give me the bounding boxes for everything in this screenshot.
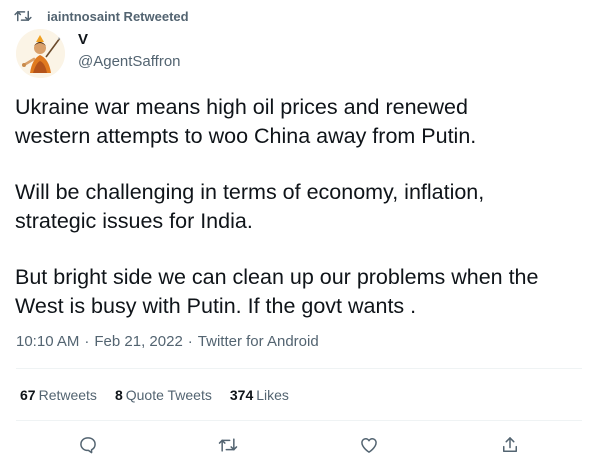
retweeted-by-label: iaintnosaint Retweeted (47, 8, 189, 24)
quote-tweets-count: 8 (114, 387, 123, 403)
quote-tweets-stat[interactable]: 8 Quote Tweets (115, 387, 212, 403)
meta-separator: · (187, 333, 193, 350)
reply-button[interactable] (73, 430, 103, 460)
avatar[interactable] (16, 29, 65, 78)
share-icon (503, 437, 517, 452)
likes-count: 374 (229, 387, 254, 403)
retweet-context[interactable]: iaintnosaint Retweeted (14, 7, 189, 25)
author-name[interactable]: V (78, 31, 88, 48)
action-bar (0, 430, 598, 460)
retweet-button[interactable] (213, 430, 243, 460)
reply-icon (80, 437, 96, 454)
saffron-warrior-avatar (16, 29, 65, 78)
tweet-source[interactable]: Twitter for Android (198, 333, 319, 350)
likes-label: Likes (256, 387, 289, 403)
tweet-meta: 10:10 AM · Feb 21, 2022 · Twitter for An… (16, 333, 319, 350)
retweets-count: 67 (20, 387, 36, 403)
tweet-text: Ukraine war means high oil prices and re… (15, 93, 590, 320)
meta-separator: · (84, 333, 90, 350)
tweet-line: strategic issues for India. (15, 208, 253, 233)
retweet-icon (218, 438, 238, 452)
tweet-line: Will be challenging in terms of economy,… (15, 180, 485, 204)
tweet-line: Ukraine war means high oil prices and re… (15, 95, 468, 119)
retweet-icon (14, 8, 34, 24)
tweet-date[interactable]: Feb 21, 2022 (94, 333, 182, 350)
tweet-line: West is busy with Putin. If the govt wan… (15, 293, 417, 318)
tweet-line: western attempts to woo China away from … (15, 123, 477, 148)
like-icon (361, 438, 377, 453)
likes-stat[interactable]: 374 Likes (230, 387, 289, 403)
share-button[interactable] (495, 430, 525, 460)
quote-tweets-label: Quote Tweets (125, 387, 212, 403)
divider (16, 368, 582, 369)
like-button[interactable] (354, 430, 384, 460)
author-handle[interactable]: @AgentSaffron (78, 53, 181, 70)
retweets-label: Retweets (38, 387, 97, 403)
tweet-time[interactable]: 10:10 AM (16, 333, 79, 350)
retweets-stat[interactable]: 67 Retweets (20, 387, 97, 403)
divider (16, 420, 582, 421)
tweet-line: But bright side we can clean up our prob… (15, 265, 539, 289)
tweet-stats: 67 Retweets 8 Quote Tweets 374 Likes (20, 387, 307, 403)
